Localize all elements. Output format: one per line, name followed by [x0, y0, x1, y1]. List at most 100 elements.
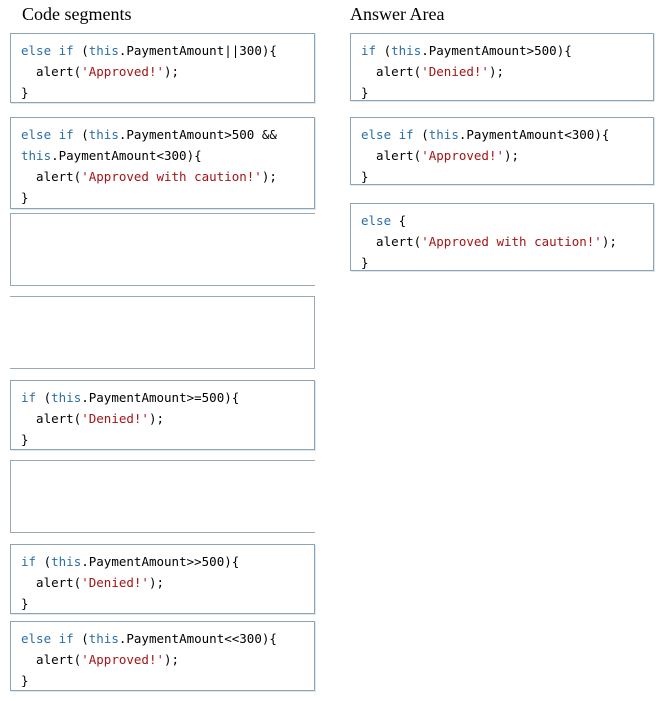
- code-segment-4[interactable]: if (this.PaymentAmount>>500){ alert('Den…: [10, 544, 315, 614]
- answer-slot-1[interactable]: if (this.PaymentAmount>500){ alert('Deni…: [350, 33, 654, 101]
- code-line: }: [21, 82, 277, 103]
- code-string: 'Denied!': [81, 575, 149, 590]
- code-segment-1[interactable]: else if (this.PaymentAmount||300){ alert…: [10, 33, 315, 103]
- code-text: }: [21, 673, 29, 688]
- code-text: }: [361, 85, 369, 100]
- code-text: alert(: [361, 64, 422, 79]
- code-keyword: this: [88, 127, 119, 142]
- code-keyword: this: [88, 631, 119, 646]
- code-text: .PaymentAmount<300){: [51, 148, 202, 163]
- code-text: );: [164, 64, 180, 79]
- empty-segment-slot-3[interactable]: [10, 460, 315, 533]
- code-line: }: [361, 252, 617, 273]
- code-text: );: [504, 148, 520, 163]
- code-line: else if (this.PaymentAmount||300){: [21, 40, 277, 61]
- code-line: alert('Approved!');: [361, 145, 609, 166]
- code-line: this.PaymentAmount<300){: [21, 145, 277, 166]
- code-text: alert(: [21, 652, 82, 667]
- code-keyword: else if: [21, 127, 74, 142]
- code-text: }: [361, 255, 369, 270]
- answer-area-heading: Answer Area: [350, 4, 445, 24]
- code-line: alert('Approved with caution!');: [21, 166, 277, 187]
- code-string: 'Approved!': [81, 64, 165, 79]
- code-line: }: [21, 593, 239, 614]
- code-keyword: this: [88, 43, 119, 58]
- code-text: (: [36, 390, 52, 405]
- code-keyword: else: [361, 213, 392, 228]
- code-text: }: [21, 596, 29, 611]
- code-text: alert(: [21, 411, 82, 426]
- code-keyword: if: [361, 43, 377, 58]
- code-keyword: this: [21, 148, 52, 163]
- code-keyword: this: [428, 127, 459, 142]
- code-text: }: [21, 85, 29, 100]
- code-segment-2[interactable]: else if (this.PaymentAmount>500 && this.P…: [10, 117, 315, 209]
- code-text: {: [391, 213, 407, 228]
- answer-slot-3[interactable]: else { alert('Approved with caution!');}: [350, 203, 654, 271]
- code-line: else if (this.PaymentAmount<300){: [361, 124, 609, 145]
- code-string: 'Denied!': [421, 64, 489, 79]
- code-keyword: else if: [21, 43, 74, 58]
- code-text: }: [361, 169, 369, 184]
- code-line: if (this.PaymentAmount>500){: [361, 40, 572, 61]
- code-line: else {: [361, 210, 617, 231]
- code-line: alert('Approved with caution!');: [361, 231, 617, 252]
- code-line: else if (this.PaymentAmount<<300){: [21, 628, 277, 649]
- code-line: }: [361, 166, 609, 187]
- code-keyword: if: [21, 390, 37, 405]
- code-line: else if (this.PaymentAmount>500 &&: [21, 124, 277, 145]
- code-text: alert(: [21, 575, 82, 590]
- code-text: (: [413, 127, 429, 142]
- code-text: .PaymentAmount>500 &&: [118, 127, 277, 142]
- code-text: }: [21, 190, 29, 205]
- code-text: .PaymentAmount>>500){: [81, 554, 240, 569]
- code-line: }: [361, 82, 572, 103]
- code-string: 'Denied!': [81, 411, 149, 426]
- code-text: );: [148, 411, 165, 426]
- code-line: alert('Denied!');: [21, 408, 239, 429]
- code-line: alert('Denied!');: [361, 61, 572, 82]
- code-keyword: else if: [361, 127, 414, 142]
- code-segments-heading: Code segments: [22, 4, 132, 24]
- code-segment-3[interactable]: if (this.PaymentAmount>=500){ alert('Den…: [10, 380, 315, 450]
- code-line: if (this.PaymentAmount>=500){: [21, 387, 239, 408]
- code-text: (: [376, 43, 392, 58]
- code-keyword: this: [391, 43, 422, 58]
- code-text: alert(: [361, 234, 422, 249]
- code-text: alert(: [21, 64, 82, 79]
- code-keyword: this: [51, 390, 82, 405]
- code-keyword: this: [51, 554, 82, 569]
- code-string: 'Approved!': [81, 652, 165, 667]
- empty-segment-slot-2[interactable]: [10, 296, 315, 369]
- code-line: alert('Denied!');: [21, 572, 239, 593]
- code-string: 'Approved with caution!': [421, 234, 602, 249]
- code-text: );: [261, 169, 277, 184]
- code-line: }: [21, 187, 277, 208]
- empty-segment-slot-1[interactable]: [10, 213, 315, 286]
- code-line: alert('Approved!');: [21, 649, 277, 670]
- code-text: (: [36, 554, 52, 569]
- code-string: 'Approved!': [421, 148, 505, 163]
- code-text: .PaymentAmount>500){: [421, 43, 572, 58]
- code-text: (: [73, 631, 89, 646]
- answer-slot-2[interactable]: else if (this.PaymentAmount<300){ alert(…: [350, 117, 654, 185]
- code-line: }: [21, 670, 277, 691]
- code-text: );: [488, 64, 505, 79]
- code-text: (: [73, 127, 89, 142]
- code-keyword: if: [21, 554, 37, 569]
- code-text: );: [601, 234, 617, 249]
- code-text: alert(: [361, 148, 422, 163]
- code-text: (: [73, 43, 89, 58]
- code-segment-5[interactable]: else if (this.PaymentAmount<<300){ alert…: [10, 621, 315, 691]
- code-text: );: [164, 652, 180, 667]
- code-keyword: else if: [21, 631, 74, 646]
- code-text: }: [21, 432, 29, 447]
- code-text: alert(: [21, 169, 82, 184]
- code-text: );: [148, 575, 165, 590]
- code-line: }: [21, 429, 239, 450]
- code-text: .PaymentAmount||300){: [118, 43, 277, 58]
- code-line: if (this.PaymentAmount>>500){: [21, 551, 239, 572]
- code-text: .PaymentAmount>=500){: [81, 390, 240, 405]
- code-text: .PaymentAmount<<300){: [118, 631, 277, 646]
- code-string: 'Approved with caution!': [81, 169, 262, 184]
